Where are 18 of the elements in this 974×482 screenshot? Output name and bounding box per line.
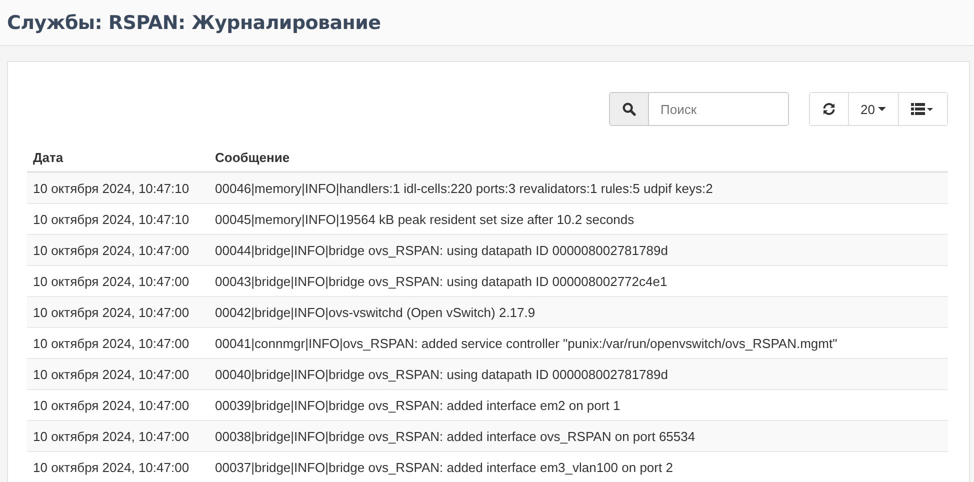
table-cell: 10 октября 2024, 10:47:00 [27, 452, 209, 482]
search-icon [610, 93, 649, 125]
table-cell: 00038|bridge|INFO|bridge ovs_RSPAN: added interface ovs_RSPAN on port 65534 [209, 420, 948, 452]
table-cell: 10 октября 2024, 10:47:00 [27, 296, 209, 328]
list-icon [911, 103, 935, 115]
page-title: Службы: RSPAN: Журналирование [7, 12, 381, 34]
table-cell: 10 октября 2024, 10:47:10 [27, 172, 209, 204]
search-field[interactable]: Поиск [608, 92, 789, 126]
table-cell: 00042|bridge|INFO|ovs-vswitchd (Open vSwitch) 2.17.9 [209, 296, 948, 328]
table-cell: 00040|bridge|INFO|bridge ovs_RSPAN: using datapath ID 000008002781789d [209, 358, 948, 390]
refresh-button[interactable] [810, 93, 849, 125]
table-cell: 00046|memory|INFO|handlers:1 idl-cells:220 ports:3 revalidators:1 rules:5 udpif keys:2 [209, 172, 948, 204]
table-cell: 00044|bridge|INFO|bridge ovs_RSPAN: using datapath ID 000008002781789d [209, 234, 948, 266]
table-cell: 00037|bridge|INFO|bridge ovs_RSPAN: added interface em3_vlan100 on port 2 [209, 452, 948, 482]
table-cell: 10 октября 2024, 10:47:00 [27, 234, 209, 266]
refresh-icon [822, 102, 836, 116]
table-cell: 10 октября 2024, 10:47:00 [27, 420, 209, 452]
table-cell: 10 октября 2024, 10:47:00 [27, 358, 209, 390]
